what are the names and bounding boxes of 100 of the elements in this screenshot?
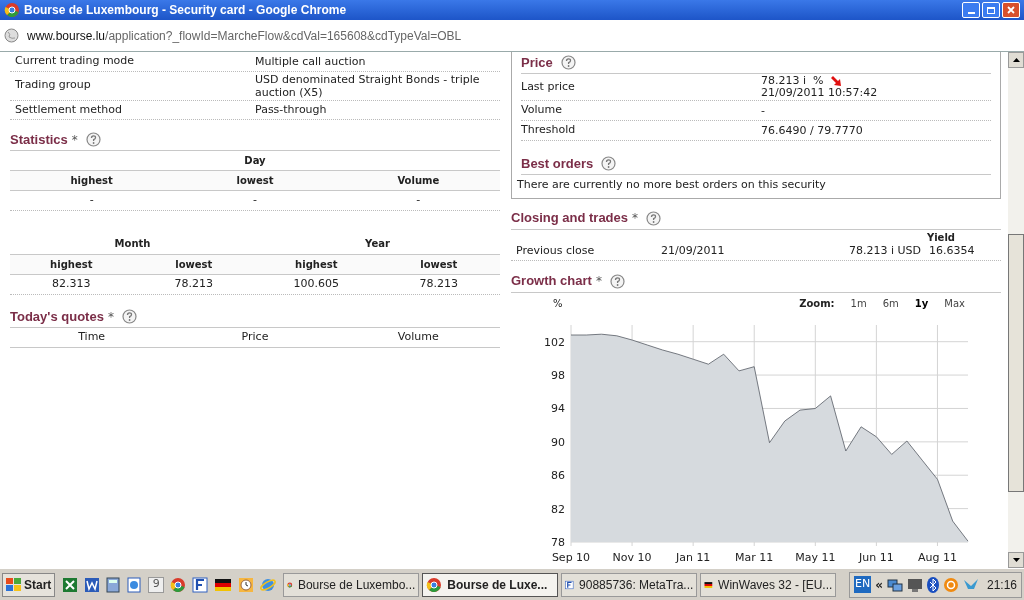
clock: 21:16 bbox=[986, 576, 1017, 594]
y-tick-label: 102 bbox=[544, 335, 565, 349]
help-icon[interactable] bbox=[121, 309, 137, 324]
section-title: Today's quotes bbox=[10, 307, 104, 326]
zoom-option[interactable]: 6m bbox=[874, 296, 907, 311]
globe-icon[interactable] bbox=[260, 576, 277, 593]
x-tick-label: Nov 10 bbox=[612, 550, 652, 564]
detail-value: USD denominated Straight Bonds - triple auction (X5) bbox=[255, 72, 481, 99]
required-mark: * bbox=[632, 210, 639, 227]
table-cell-text: - bbox=[252, 192, 258, 209]
monitor-icon[interactable] bbox=[906, 576, 923, 593]
axis-unit-label: % bbox=[553, 297, 563, 311]
column-heading: lowest bbox=[419, 258, 459, 272]
flag-icon[interactable] bbox=[214, 576, 233, 593]
column-heading: highest bbox=[49, 258, 94, 272]
document-icon[interactable] bbox=[84, 576, 101, 593]
column-heading: Price bbox=[240, 329, 270, 346]
help-icon[interactable] bbox=[560, 55, 576, 70]
x-tick-label: Mar 11 bbox=[735, 550, 774, 564]
x-tick-label: May 11 bbox=[795, 550, 836, 564]
detail-label: Current trading mode bbox=[14, 53, 136, 69]
taskbar-button[interactable]: Bourse de Luxe... bbox=[422, 572, 559, 597]
price-label: Volume bbox=[521, 102, 563, 119]
minimize-button[interactable] bbox=[962, 2, 980, 18]
scroll-up-icon[interactable] bbox=[1012, 58, 1020, 62]
help-icon[interactable] bbox=[609, 273, 625, 289]
quick-launch-item[interactable]: 9 bbox=[148, 576, 165, 593]
taskbar-button[interactable]: 90885736: MetaTra... bbox=[561, 572, 698, 597]
expand-tray-button[interactable]: « bbox=[875, 575, 883, 594]
required-mark: * bbox=[107, 308, 114, 326]
scroll-down-icon[interactable] bbox=[1012, 558, 1020, 562]
taskbar-button[interactable]: WinWaves 32 - [EU... bbox=[700, 572, 837, 597]
section-title: Statistics bbox=[10, 130, 68, 149]
zoom-option[interactable]: Max bbox=[936, 296, 973, 311]
price-time: 21/09/2011 10:57:42 bbox=[761, 87, 878, 99]
table-cell-text: 100.605 bbox=[292, 276, 340, 293]
close-button[interactable] bbox=[1002, 2, 1020, 18]
network-icon[interactable] bbox=[886, 576, 903, 593]
bluetooth-icon[interactable] bbox=[926, 576, 939, 593]
table-cell-text: 21/09/2011 bbox=[661, 242, 726, 259]
window-title: Bourse de Luxembourg - Security card - Google Chrome bbox=[24, 2, 347, 19]
scrollbar[interactable] bbox=[1008, 52, 1024, 568]
spreadsheet-icon[interactable] bbox=[62, 576, 79, 593]
price-value: 76.6490 / 79.7770 bbox=[761, 124, 863, 137]
y-tick-label: 98 bbox=[551, 368, 565, 382]
y-tick-label: 94 bbox=[551, 401, 565, 415]
column-group-heading: Day bbox=[244, 154, 266, 168]
price-value: 78.213 i % bbox=[761, 75, 824, 87]
close-icon bbox=[1007, 6, 1015, 14]
column-group-heading: Year bbox=[364, 237, 391, 251]
browser-icon[interactable] bbox=[170, 576, 187, 593]
column-heading: highest bbox=[294, 258, 339, 272]
zoom-label: Zoom: bbox=[799, 297, 835, 311]
table-cell-text: 78.213 bbox=[173, 276, 214, 293]
start-button[interactable]: Start bbox=[2, 572, 56, 597]
column-group-heading: Month bbox=[113, 237, 152, 251]
column-heading: Volume bbox=[396, 329, 440, 346]
y-tick-label: 78 bbox=[551, 535, 565, 549]
table-cell-text: - bbox=[415, 192, 422, 209]
y-tick-label: 86 bbox=[551, 468, 565, 482]
browser-icon[interactable] bbox=[4, 2, 20, 18]
section-title: Best orders bbox=[521, 154, 594, 173]
price-label: Threshold bbox=[521, 122, 577, 139]
section-title: Price bbox=[521, 53, 553, 72]
section-title: Closing and trades bbox=[511, 209, 629, 228]
page-icon[interactable] bbox=[126, 576, 143, 593]
column-heading: highest bbox=[69, 174, 114, 188]
windows-logo-icon bbox=[6, 577, 21, 592]
zoom-option[interactable]: 1m bbox=[842, 296, 875, 311]
column-heading: Volume bbox=[396, 174, 441, 188]
price-label: Last price bbox=[521, 78, 576, 95]
taskbar-button[interactable]: Bourse de Luxembo... bbox=[283, 572, 420, 597]
trading-app-icon[interactable] bbox=[192, 576, 209, 593]
url-text: www.bourse.lu/application?_flowId=MarcheFlow&cdVal=165608&cdTypeVal=OBL bbox=[27, 27, 462, 45]
detail-value: Multiple call auction bbox=[255, 54, 367, 68]
price-value: - bbox=[761, 104, 765, 117]
help-icon[interactable] bbox=[601, 156, 617, 171]
help-icon[interactable] bbox=[85, 132, 101, 147]
restore-button[interactable] bbox=[982, 2, 1000, 18]
detail-label: Settlement method bbox=[14, 101, 123, 118]
best-orders-message: There are currently no more best orders on this security bbox=[516, 177, 827, 193]
language-indicator[interactable]: EN bbox=[854, 576, 872, 593]
help-icon[interactable] bbox=[646, 210, 662, 226]
globe-icon bbox=[4, 28, 19, 43]
calculator-icon[interactable] bbox=[106, 576, 121, 593]
y-tick-label: 90 bbox=[551, 435, 565, 449]
x-tick-label: Jan 11 bbox=[675, 550, 711, 564]
x-tick-label: Jun 11 bbox=[859, 550, 894, 564]
detail-value: Pass-through bbox=[255, 103, 328, 117]
section-title: Growth chart bbox=[511, 272, 592, 291]
x-tick-label: Aug 11 bbox=[917, 550, 957, 564]
browser-icon[interactable] bbox=[426, 576, 443, 593]
column-heading: lowest bbox=[174, 258, 214, 272]
x-tick-label: Sep 10 bbox=[551, 550, 591, 564]
zoom-option[interactable]: 1y bbox=[906, 296, 937, 311]
required-mark: * bbox=[595, 273, 602, 290]
table-cell-text: - bbox=[88, 192, 95, 209]
clock-icon[interactable] bbox=[238, 576, 255, 593]
column-heading: Time bbox=[77, 329, 107, 346]
column-heading: lowest bbox=[235, 174, 275, 188]
